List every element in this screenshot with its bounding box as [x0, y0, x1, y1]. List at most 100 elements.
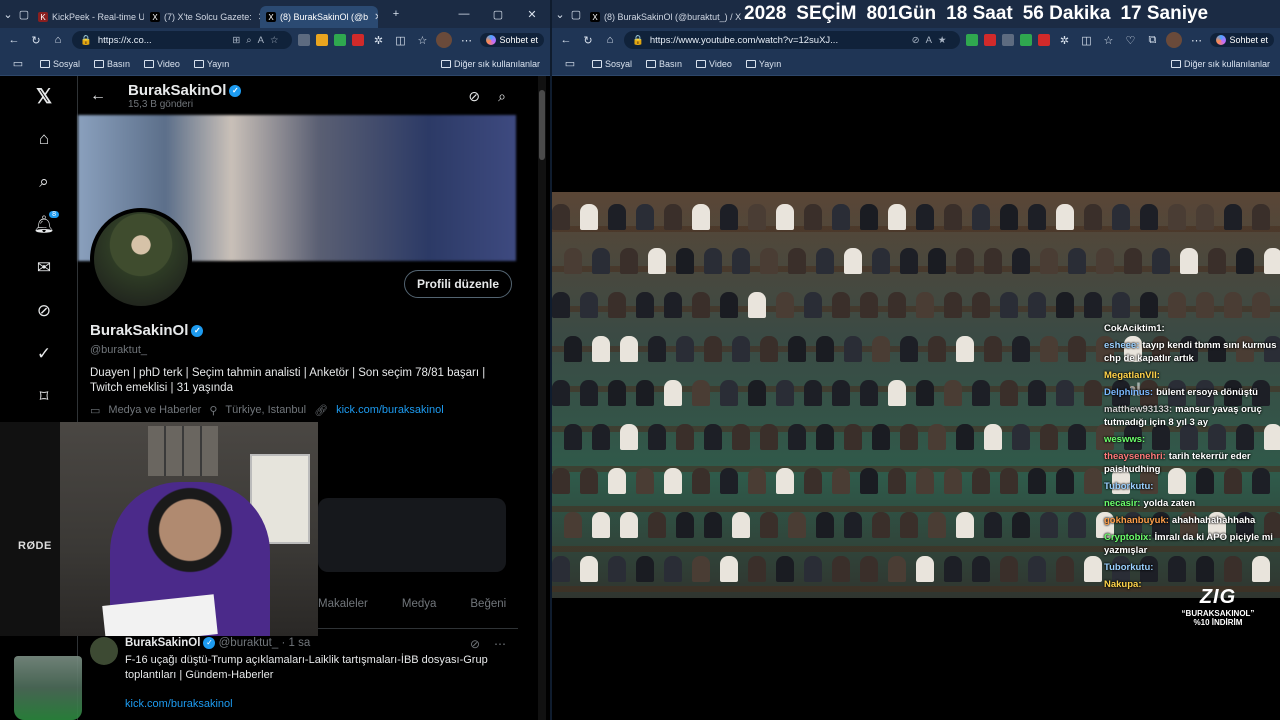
tab-buraksakinol-x[interactable]: X (8) BurakSakinOl (@buraktut_) / X — [584, 6, 764, 28]
audience-figure — [580, 292, 598, 318]
extension-icon[interactable] — [334, 34, 347, 46]
audience-figure — [972, 468, 990, 494]
reading-list-icon[interactable]: ▭ — [10, 56, 26, 72]
tab-actions-chevron-icon[interactable]: ⌄ — [0, 6, 16, 22]
extension-icon[interactable] — [966, 34, 979, 46]
favorite-folder-video[interactable]: Video — [696, 59, 732, 69]
extension-icon[interactable] — [316, 34, 329, 46]
other-favorites[interactable]: Diğer sık kullanılanlar — [1170, 58, 1270, 69]
copilot-chat-button[interactable]: Sohbet et — [1210, 33, 1274, 47]
page-scrollbar[interactable] — [538, 76, 546, 720]
split-screen-icon[interactable]: ◫ — [1078, 32, 1094, 48]
back-arrow-icon[interactable]: ← — [6, 32, 22, 48]
messages-envelope-icon[interactable]: ✉ — [34, 258, 54, 278]
refresh-icon[interactable]: ↻ — [28, 32, 44, 48]
audience-figure — [916, 204, 934, 230]
edit-profile-button[interactable]: Profili düzenle — [404, 270, 513, 298]
favorite-folder-sosyal[interactable]: Sosyal — [592, 59, 632, 69]
favorite-folder-basin[interactable]: Basın — [94, 59, 130, 69]
extension-icon[interactable] — [984, 34, 997, 46]
favorite-folder-basin[interactable]: Basın — [646, 59, 682, 69]
tab-solcu-gazete[interactable]: X (7) X'te Solcu Gazete: ✕ — [144, 6, 260, 28]
more-options-icon[interactable]: ⋯ — [458, 32, 474, 48]
favorite-folder-yayin[interactable]: Yayın — [193, 59, 229, 69]
folder-label: Diğer sık kullanılanlar — [1183, 58, 1270, 69]
scrollbar-thumb[interactable] — [539, 90, 545, 160]
home-icon[interactable]: ⌂ — [34, 129, 54, 149]
home-icon[interactable]: ⌂ — [50, 32, 66, 48]
audience-figure — [564, 512, 582, 538]
chat-message: Delphinus: bülent ersoya dönüştü — [1104, 386, 1280, 399]
more-options-icon[interactable]: ⋯ — [494, 637, 506, 651]
profile-avatar-icon[interactable] — [436, 32, 453, 48]
extensions-puzzle-icon[interactable]: ✲ — [1056, 32, 1072, 48]
address-bar[interactable]: 🔒 https://www.youtube.com/watch?v=12suXJ… — [624, 31, 961, 49]
tab-buraksakinol[interactable]: X (8) BurakSakinOl (@b ✕ — [260, 6, 378, 28]
audience-figure — [676, 424, 694, 450]
tweet[interactable]: BurakSakinOl ✓ @buraktut_ · 1 sa ⊘ ⋯ F-16 … — [78, 628, 518, 718]
x-logo-icon[interactable]: 𝕏 — [34, 86, 54, 108]
maximize-icon[interactable]: ▢ — [490, 6, 506, 22]
back-arrow-icon[interactable]: ← — [558, 32, 574, 48]
tweet-link[interactable]: kick.com/buraksakinol — [125, 698, 506, 710]
collections-icon[interactable]: ⧉ — [1144, 32, 1160, 48]
address-bar-actions-icon[interactable]: ⊞⌕A☆ — [232, 35, 284, 46]
profile-tabs: Makaleler Medya Beğeni — [318, 598, 506, 610]
extension-icon[interactable] — [352, 34, 365, 46]
notifications-bell-icon[interactable]: 🔔︎ 8 — [33, 211, 59, 235]
extension-icon[interactable] — [1038, 34, 1051, 46]
back-arrow-icon[interactable]: ← — [90, 87, 106, 105]
favorites-icon[interactable]: ☆ — [1100, 32, 1116, 48]
new-tab-plus-icon[interactable]: + — [388, 6, 404, 22]
tab-articles[interactable]: Makaleler — [318, 598, 368, 610]
grok-icon[interactable]: ⊘ — [468, 88, 480, 105]
audience-figure — [748, 468, 766, 494]
more-options-icon[interactable]: ⋯ — [1188, 32, 1204, 48]
audience-figure — [704, 424, 722, 450]
close-icon[interactable]: ✕ — [374, 12, 378, 23]
bookmarks-icon[interactable]: ⌑ — [34, 387, 54, 407]
profile-location: Türkiye, Istanbul — [225, 404, 307, 416]
address-bar[interactable]: 🔒 https://x.co... ⊞⌕A☆ — [72, 31, 293, 49]
address-bar-actions-icon[interactable]: ⊘A★ — [912, 35, 953, 46]
profile-avatar[interactable] — [90, 208, 192, 310]
search-icon[interactable]: ⌕ — [498, 88, 506, 105]
home-icon[interactable]: ⌂ — [602, 32, 618, 48]
browser-essentials-icon[interactable]: ♡ — [1122, 32, 1138, 48]
audience-figure — [832, 204, 850, 230]
audience-figure — [720, 380, 738, 406]
favorites-icon[interactable]: ☆ — [414, 32, 430, 48]
split-screen-icon[interactable]: ◫ — [392, 32, 408, 48]
refresh-icon[interactable]: ↻ — [580, 32, 596, 48]
profile-website-link[interactable]: kick.com/buraksakinol — [336, 404, 444, 417]
favorite-folder-yayin[interactable]: Yayın — [745, 59, 781, 69]
grok-icon[interactable]: ⊘ — [34, 301, 54, 321]
workspaces-icon[interactable]: ▢ — [568, 6, 584, 22]
premium-verified-icon[interactable]: ✓ — [34, 344, 54, 364]
audience-figure — [1056, 468, 1074, 494]
extension-icon[interactable] — [298, 34, 311, 46]
tab-actions-chevron-icon[interactable]: ⌄ — [552, 6, 568, 22]
explore-search-icon[interactable]: ⌕ — [34, 172, 54, 192]
copilot-chat-button[interactable]: Sohbet et — [480, 33, 544, 47]
other-favorites[interactable]: Diğer sık kullanılanlar — [440, 59, 540, 69]
grok-icon[interactable]: ⊘ — [470, 637, 480, 651]
audience-figure — [676, 512, 694, 538]
tab-likes[interactable]: Beğeni — [470, 598, 506, 610]
tweet-author-name[interactable]: BurakSakinOl — [125, 637, 200, 649]
tab-media[interactable]: Medya — [402, 598, 437, 610]
tweet-avatar[interactable] — [90, 637, 118, 665]
profile-avatar-icon[interactable] — [1166, 32, 1183, 48]
audience-figure — [564, 248, 582, 274]
favorite-folder-sosyal[interactable]: Sosyal — [40, 59, 80, 69]
minimize-icon[interactable]: — — [456, 6, 472, 22]
reading-list-icon[interactable]: ▭ — [562, 56, 578, 72]
workspaces-icon[interactable]: ▢ — [16, 6, 32, 22]
extension-icon[interactable] — [1020, 34, 1033, 46]
tab-kickpeek[interactable]: K KickPeek - Real-time U ✕ — [32, 6, 144, 28]
tweet-author-handle[interactable]: @buraktut_ — [219, 637, 279, 649]
extension-icon[interactable] — [1002, 34, 1015, 46]
extensions-puzzle-icon[interactable]: ✲ — [370, 32, 386, 48]
favorite-folder-video[interactable]: Video — [144, 59, 180, 69]
window-close-icon[interactable]: ✕ — [524, 6, 540, 22]
